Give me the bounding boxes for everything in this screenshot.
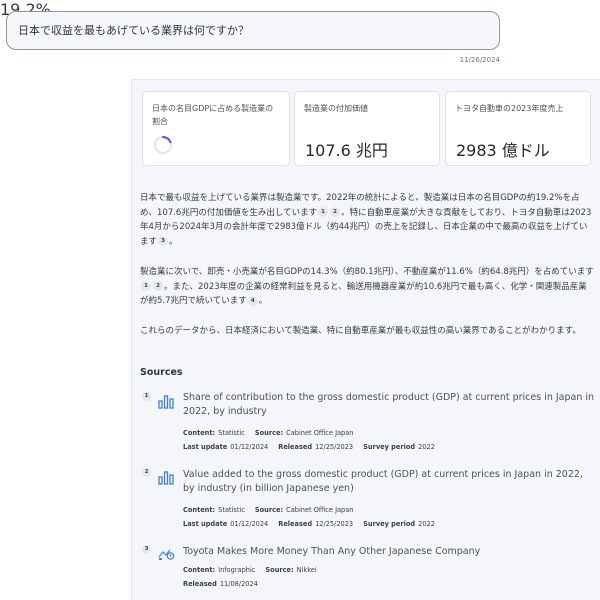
source-title-link[interactable]: Toyota Makes More Money Than Any Other J… bbox=[183, 545, 595, 559]
meta-label: Released bbox=[278, 520, 313, 528]
meta-content-value: Statistic bbox=[218, 506, 245, 514]
infographic-icon bbox=[158, 549, 175, 560]
citation-badge-1[interactable]: 1 bbox=[318, 207, 329, 217]
bar-chart-icon bbox=[158, 395, 174, 409]
source-title-link[interactable]: Value added to the gross domestic produc… bbox=[183, 468, 595, 496]
source-meta-row: Last update 01/12/2024 Released 12/25/2023 S… bbox=[183, 443, 435, 451]
stat-card-value-added: 製造業の付加価値 107.6 兆円 bbox=[294, 91, 440, 166]
meta-label: Source: bbox=[254, 429, 284, 437]
stat-label: 日本の名目GDPに占める製造業の割合 bbox=[152, 104, 274, 126]
stat-label: 製造業の付加価値 bbox=[304, 104, 368, 113]
meta-label: Content: bbox=[183, 566, 216, 574]
citation-badge-2[interactable]: 2 bbox=[153, 281, 163, 291]
citation-badge-2[interactable]: 2 bbox=[330, 207, 341, 217]
user-query-bubble: 日本で収益を最もあげている業界は何ですか？ bbox=[6, 11, 500, 50]
meta-label: Last update bbox=[183, 443, 228, 451]
answer-paragraph-2: 製造業に次いで、卸売・小売業が名目GDPの14.3%（約80.1兆円）、不動産業… bbox=[140, 265, 595, 309]
answer-text: 。 bbox=[169, 236, 178, 247]
citation-badge-3[interactable]: 3 bbox=[158, 236, 169, 246]
source-meta-row: Last update 01/12/2024 Released 12/25/2023 S… bbox=[183, 520, 435, 528]
meta-released-value: 11/08/2024 bbox=[219, 580, 258, 588]
sources-heading: Sources bbox=[140, 367, 183, 378]
source-meta-row: Content: Statistic Source: Cabinet Office J… bbox=[183, 506, 353, 514]
meta-survey-period-value: 2022 bbox=[418, 520, 435, 528]
percentage-ring-icon bbox=[154, 136, 172, 154]
source-meta-row: Content: Statistic Source: Cabinet Office J… bbox=[183, 429, 353, 437]
meta-label: Survey period bbox=[363, 520, 416, 528]
answer-text: 。 bbox=[258, 296, 268, 306]
meta-last-update-value: 01/12/2024 bbox=[230, 520, 269, 528]
source-number-badge: 2 bbox=[142, 468, 151, 477]
citation-badge-4[interactable]: 4 bbox=[247, 295, 258, 306]
meta-last-update-value: 01/12/2024 bbox=[230, 443, 269, 451]
meta-released-value: 12/25/2023 bbox=[315, 443, 354, 451]
meta-content-value: Statistic bbox=[218, 429, 245, 437]
stat-label: トヨタ自動車の2023年度売上 bbox=[455, 104, 564, 113]
source-title-link[interactable]: Share of contribution to the gross domes… bbox=[183, 391, 595, 419]
stat-value: 2983 億ドル bbox=[456, 141, 550, 160]
answer-paragraph-1: 日本で最も収益を上げている業界は製造業です。2022年の統計によると、製造業は日… bbox=[140, 191, 595, 249]
meta-released-value: 12/25/2023 bbox=[315, 520, 354, 528]
meta-label: Content: bbox=[183, 429, 216, 437]
meta-label: Survey period bbox=[363, 443, 416, 451]
answer-paragraph-3: これらのデータから、日本経済において製造業、特に自動車産業が最も収益性の高い業界… bbox=[140, 326, 581, 336]
meta-source-value: Nikkei bbox=[296, 566, 317, 574]
meta-source-value: Cabinet Office Japan bbox=[286, 506, 354, 514]
answer-text: 製造業に次いで、卸売・小売業が名目GDPの14.3%（約80.1兆円）、不動産業… bbox=[140, 267, 594, 277]
meta-source-value: Cabinet Office Japan bbox=[286, 429, 354, 437]
meta-content-value: Infographic bbox=[218, 566, 256, 574]
bar-chart-icon bbox=[158, 471, 174, 485]
source-meta-row: Content: Infographic Source: Nikkei bbox=[183, 566, 317, 574]
stat-value: 107.6 兆円 bbox=[305, 141, 388, 160]
query-timestamp: 11/26/2024 bbox=[459, 56, 500, 64]
meta-label: Last update bbox=[183, 520, 228, 528]
meta-label: Source: bbox=[254, 506, 284, 514]
meta-label: Content: bbox=[183, 506, 216, 514]
meta-label: Released bbox=[278, 443, 313, 451]
answer-text: 。また、2023年度の企業の経常利益を見ると、輸送用機器産業が約10.6兆円で最… bbox=[140, 281, 587, 307]
meta-survey-period-value: 2022 bbox=[418, 443, 435, 451]
source-meta-row: Released 11/08/2024 bbox=[183, 580, 258, 588]
meta-label: Released bbox=[183, 580, 217, 588]
source-number-badge: 3 bbox=[142, 545, 151, 554]
stat-card-toyota-revenue: トヨタ自動車の2023年度売上 2983 億ドル bbox=[445, 91, 591, 166]
meta-label: Source: bbox=[265, 566, 294, 574]
source-number-badge: 1 bbox=[142, 392, 151, 401]
citation-badge-1[interactable]: 1 bbox=[141, 281, 151, 291]
